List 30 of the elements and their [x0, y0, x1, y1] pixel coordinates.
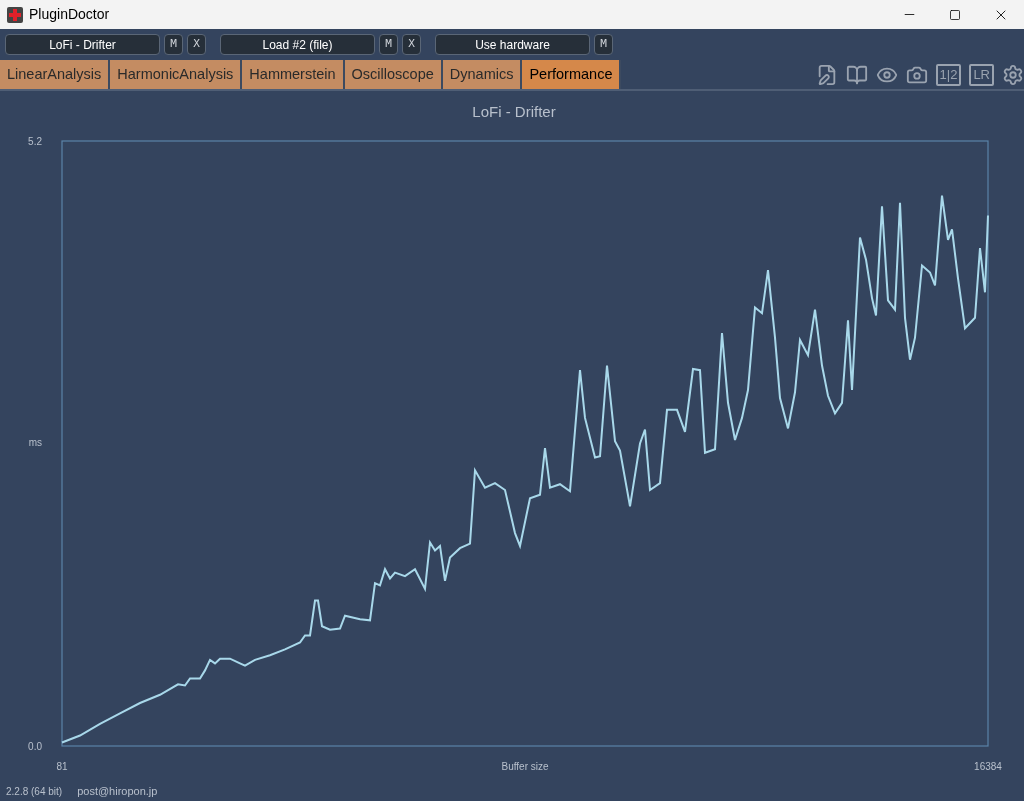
y-tick-label: 0.0	[28, 741, 42, 752]
toggle-button[interactable]: LR	[969, 63, 994, 86]
chart-title: LoFi - Drifter	[472, 101, 556, 122]
contact-email: post@hiropon.jp	[77, 783, 158, 799]
x-axis-label: Buffer size	[501, 761, 549, 772]
slot-option-button[interactable]: M	[594, 34, 613, 55]
maximize-icon[interactable]	[949, 8, 961, 21]
tab[interactable]: LinearAnalysis	[0, 60, 111, 89]
y-axis-label: ms	[28, 436, 42, 448]
tab[interactable]: Hammerstein	[242, 60, 345, 89]
app-logo-icon	[7, 6, 23, 23]
plugin-slot-button[interactable]: Load #2 (file)	[220, 34, 375, 55]
tab[interactable]: Performance	[522, 60, 622, 89]
tab[interactable]: HarmonicAnalysis	[110, 60, 243, 89]
tab[interactable]: Dynamics	[442, 60, 523, 89]
x-tick-label: 81	[56, 761, 68, 772]
plugin-slot-button[interactable]: Use hardware	[435, 34, 590, 55]
version-text: 2.2.8 (64 bit)	[6, 785, 63, 799]
settings-icon[interactable]	[1002, 63, 1024, 86]
plugin-slot-button[interactable]: LoFi - Drifter	[5, 34, 160, 55]
window-title: PluginDoctor	[29, 5, 110, 24]
slot-option-button[interactable]: M	[379, 34, 398, 55]
book-icon[interactable]	[845, 63, 868, 86]
y-tick-label: 5.2	[28, 136, 42, 147]
slot-option-button[interactable]: M	[164, 34, 183, 55]
slot-option-button[interactable]: X	[187, 34, 206, 55]
toggle-button[interactable]: 1|2	[935, 63, 962, 86]
x-tick-label: 16384	[974, 761, 1002, 772]
tab[interactable]: Oscilloscope	[344, 60, 443, 89]
slot-option-button[interactable]: X	[402, 34, 421, 55]
